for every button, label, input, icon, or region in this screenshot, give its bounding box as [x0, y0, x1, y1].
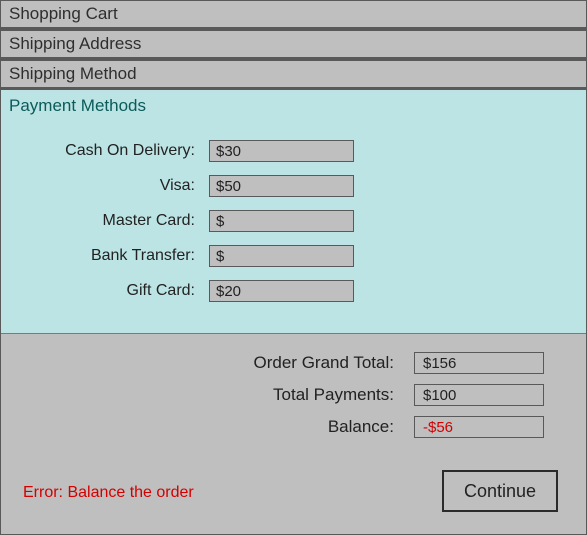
payment-row-cod: Cash On Delivery: [9, 140, 578, 162]
grand-total-label: Order Grand Total: [9, 353, 414, 373]
balance-label: Balance: [9, 417, 414, 437]
visa-input[interactable] [209, 175, 354, 197]
payment-methods-title: Payment Methods [9, 96, 578, 116]
total-payments-label: Total Payments: [9, 385, 414, 405]
master-card-label: Master Card: [9, 212, 209, 230]
totals-row-total-payments: Total Payments: $100 [9, 384, 578, 406]
master-card-input[interactable] [209, 210, 354, 232]
section-shipping-address[interactable]: Shipping Address [1, 30, 586, 60]
gift-card-label: Gift Card: [9, 282, 209, 300]
gift-card-input[interactable] [209, 280, 354, 302]
payment-row-visa: Visa: [9, 175, 578, 197]
totals-panel: Order Grand Total: $156 Total Payments: … [1, 334, 586, 520]
visa-label: Visa: [9, 177, 209, 195]
payment-row-gift-card: Gift Card: [9, 280, 578, 302]
cod-input[interactable] [209, 140, 354, 162]
continue-button[interactable]: Continue [442, 470, 558, 512]
totals-row-balance: Balance: -$56 [9, 416, 578, 438]
bank-transfer-input[interactable] [209, 245, 354, 267]
grand-total-value: $156 [414, 352, 544, 374]
footer-row: Error: Balance the order Continue [9, 448, 578, 512]
totals-row-grand-total: Order Grand Total: $156 [9, 352, 578, 374]
payment-row-bank-transfer: Bank Transfer: [9, 245, 578, 267]
bank-transfer-label: Bank Transfer: [9, 247, 209, 265]
checkout-window: Shopping Cart Shipping Address Shipping … [0, 0, 587, 535]
section-shipping-method[interactable]: Shipping Method [1, 60, 586, 90]
payment-methods-panel: Payment Methods Cash On Delivery: Visa: … [1, 90, 586, 334]
balance-value: -$56 [414, 416, 544, 438]
error-message: Error: Balance the order [23, 484, 194, 512]
section-shopping-cart[interactable]: Shopping Cart [1, 1, 586, 30]
cod-label: Cash On Delivery: [9, 142, 209, 160]
total-payments-value: $100 [414, 384, 544, 406]
payment-row-master-card: Master Card: [9, 210, 578, 232]
